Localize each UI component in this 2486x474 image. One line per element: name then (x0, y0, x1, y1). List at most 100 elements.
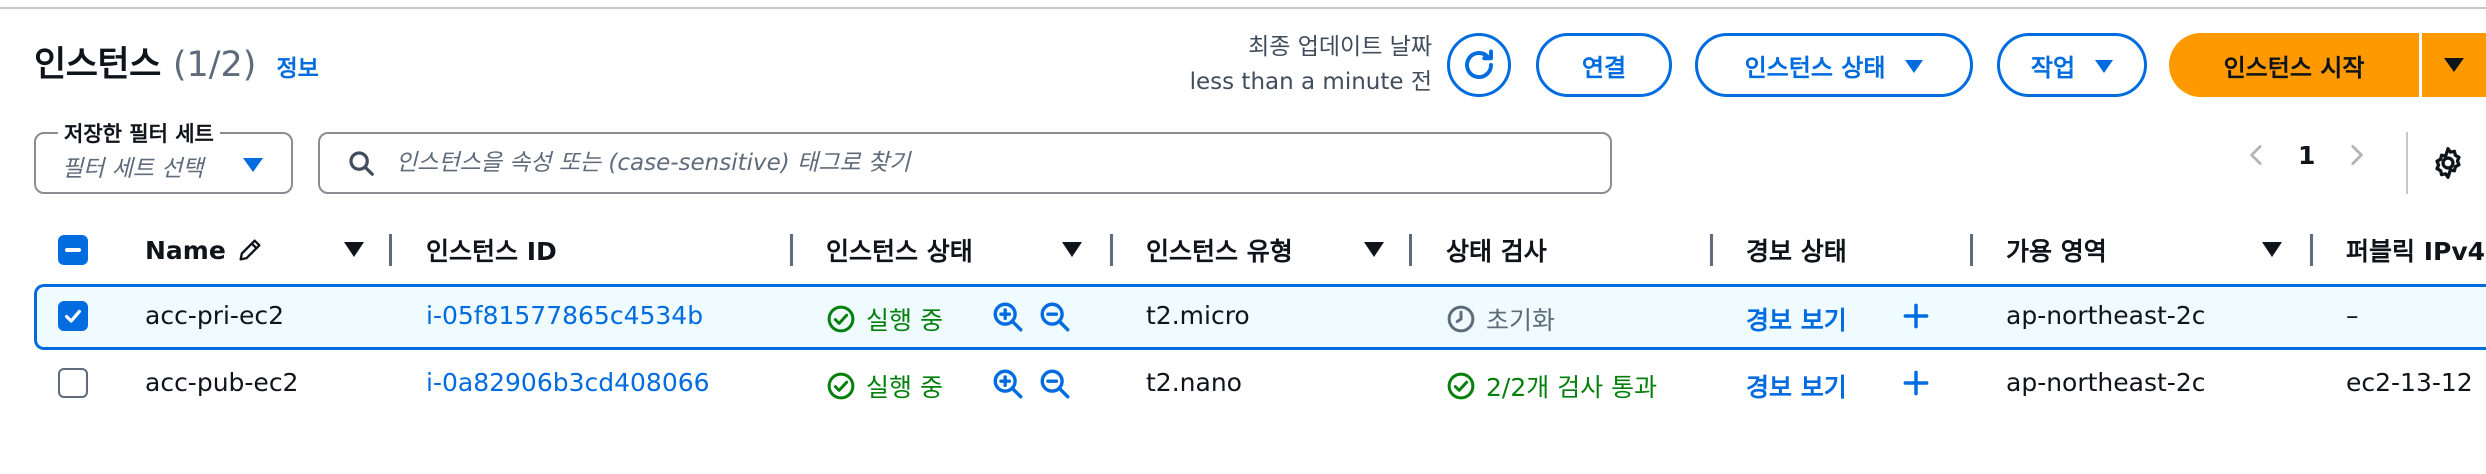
column-header-instance-id[interactable]: 인스턴스 ID (426, 230, 557, 270)
instance-state-dropdown[interactable]: 인스턴스 상태 (1695, 33, 1973, 97)
check-circle-icon (1447, 372, 1475, 400)
column-header-alarm-status-label: 경보 상태 (1746, 237, 1847, 266)
launch-instance-button[interactable]: 인스턴스 시작 (2169, 33, 2419, 97)
column-header-name-label: Name (145, 235, 226, 265)
availability-zone: ap-northeast-2c (2006, 368, 2206, 397)
table-header: Name 인스턴스 ID 인스턴스 상태 인스턴스 유형 상태 검사 경보 상태… (0, 230, 2486, 270)
row-checkbox[interactable] (58, 368, 88, 398)
connect-button-label: 연결 (1581, 53, 1627, 82)
caret-down-icon (1364, 242, 1384, 257)
launch-instance-label: 인스턴스 시작 (2223, 53, 2365, 82)
connect-button[interactable]: 연결 (1536, 33, 1672, 97)
column-header-public-ipv4[interactable]: 퍼블릭 IPv4 (2346, 230, 2485, 270)
saved-filter-set-label: 저장한 필터 세트 (58, 118, 220, 148)
instance-state: 실행 중 (826, 301, 943, 337)
plus-icon[interactable] (1900, 300, 1932, 332)
column-resizer[interactable] (1110, 234, 1113, 266)
status-check: 초기화 (1446, 301, 1555, 337)
page-number[interactable]: 1 (2298, 141, 2315, 170)
caret-down-icon (1062, 242, 1082, 257)
column-header-status-check[interactable]: 상태 검사 (1446, 230, 1547, 270)
status-check-text: 2/2개 검사 통과 (1486, 373, 1658, 402)
zoom-in-icon[interactable] (991, 300, 1025, 334)
column-header-instance-id-label: 인스턴스 ID (426, 237, 557, 266)
launch-instance-button-group: 인스턴스 시작 (2169, 33, 2486, 97)
chevron-right-icon[interactable] (2343, 140, 2369, 170)
status-check-text: 초기화 (1486, 306, 1556, 335)
top-divider (0, 7, 2486, 9)
caret-down-icon (2095, 59, 2114, 73)
zoom-in-icon[interactable] (991, 367, 1025, 401)
column-resizer[interactable] (1970, 234, 1973, 266)
refresh-icon (1465, 49, 1493, 79)
instance-name[interactable]: acc-pri-ec2 (145, 301, 284, 330)
column-resizer[interactable] (1409, 234, 1412, 266)
zoom-out-icon[interactable] (1038, 367, 1072, 401)
column-header-alarm-status[interactable]: 경보 상태 (1746, 230, 1847, 270)
column-resizer[interactable] (2310, 234, 2313, 266)
table-row[interactable]: acc-pub-ec2 i-0a82906b3cd408066 실행 중 t2.… (0, 350, 2486, 414)
column-header-availability-zone[interactable]: 가용 영역 (2006, 230, 2107, 270)
instance-type: t2.nano (1146, 368, 1242, 397)
instance-name[interactable]: acc-pub-ec2 (145, 368, 298, 397)
public-ipv4: ec2-13-12 (2346, 368, 2473, 397)
caret-down-icon (243, 158, 263, 172)
column-header-instance-type-label: 인스턴스 유형 (1146, 237, 1293, 266)
instance-id-link[interactable]: i-05f81577865c4534b (426, 301, 703, 330)
column-header-instance-type[interactable]: 인스턴스 유형 (1146, 230, 1293, 270)
column-header-instance-state[interactable]: 인스턴스 상태 (826, 230, 973, 270)
indeterminate-mark (65, 248, 81, 252)
last-updated: 최종 업데이트 날짜 less than a minute 전 (1190, 30, 1432, 100)
refresh-button[interactable] (1447, 33, 1511, 97)
select-all-checkbox[interactable] (58, 235, 88, 265)
zoom-out-icon[interactable] (1038, 300, 1072, 334)
saved-filter-set-placeholder: 필터 세트 선택 (62, 156, 204, 182)
preferences-button[interactable] (2430, 145, 2466, 185)
plus-icon[interactable] (1900, 367, 1932, 399)
launch-options-dropdown[interactable] (2422, 33, 2486, 97)
instance-state: 실행 중 (826, 368, 943, 404)
check-icon (64, 309, 82, 323)
check-circle-icon (827, 305, 855, 333)
availability-zone: ap-northeast-2c (2006, 301, 2206, 330)
instance-type: t2.micro (1146, 301, 1250, 330)
column-header-status-check-label: 상태 검사 (1446, 237, 1547, 266)
column-resizer[interactable] (790, 234, 793, 266)
instance-state-text: 실행 중 (866, 306, 943, 335)
column-header-name[interactable]: Name (145, 230, 264, 270)
view-alarms-link[interactable]: 경보 보기 (1746, 301, 1847, 337)
selection-count: (1/2) (172, 45, 257, 85)
instance-state-dropdown-label: 인스턴스 상태 (1744, 53, 1886, 82)
column-resizer[interactable] (1710, 234, 1713, 266)
gear-icon (2435, 147, 2461, 179)
view-alarms-link[interactable]: 경보 보기 (1746, 368, 1847, 404)
instance-state-text: 실행 중 (866, 373, 943, 402)
saved-filter-set-select[interactable]: 저장한 필터 세트 필터 세트 선택 (34, 118, 293, 194)
column-resizer[interactable] (389, 234, 392, 266)
caret-down-icon (344, 242, 364, 257)
row-checkbox[interactable] (58, 301, 88, 331)
status-check: 2/2개 검사 통과 (1446, 368, 1657, 404)
search-bar (318, 132, 1612, 194)
instance-id-link[interactable]: i-0a82906b3cd408066 (426, 368, 710, 397)
instances-table: Name 인스턴스 ID 인스턴스 상태 인스턴스 유형 상태 검사 경보 상태… (0, 230, 2486, 402)
clock-icon (1447, 305, 1475, 333)
public-ipv4: – (2346, 301, 2359, 330)
search-input[interactable] (396, 150, 1576, 176)
info-link[interactable]: 정보 (276, 49, 318, 83)
table-row-content: acc-pri-ec2 i-05f81577865c4534b 실행 중 t2.… (0, 284, 2486, 348)
check-circle-icon (827, 372, 855, 400)
pagination-divider (2406, 132, 2408, 194)
last-updated-label: 최종 업데이트 날짜 (1248, 34, 1432, 60)
pencil-icon[interactable] (236, 236, 264, 264)
caret-down-icon (1905, 59, 1924, 73)
last-updated-value: less than a minute 전 (1189, 69, 1432, 95)
chevron-left-icon[interactable] (2244, 140, 2270, 170)
actions-dropdown-label: 작업 (2030, 53, 2076, 82)
actions-dropdown[interactable]: 작업 (1997, 33, 2147, 97)
page-title: 인스턴스 (34, 45, 161, 85)
column-header-instance-state-label: 인스턴스 상태 (826, 237, 973, 266)
caret-down-icon (2262, 242, 2282, 257)
caret-down-icon (2444, 58, 2464, 72)
page-header: 인스턴스 (1/2) 정보 (34, 36, 319, 87)
